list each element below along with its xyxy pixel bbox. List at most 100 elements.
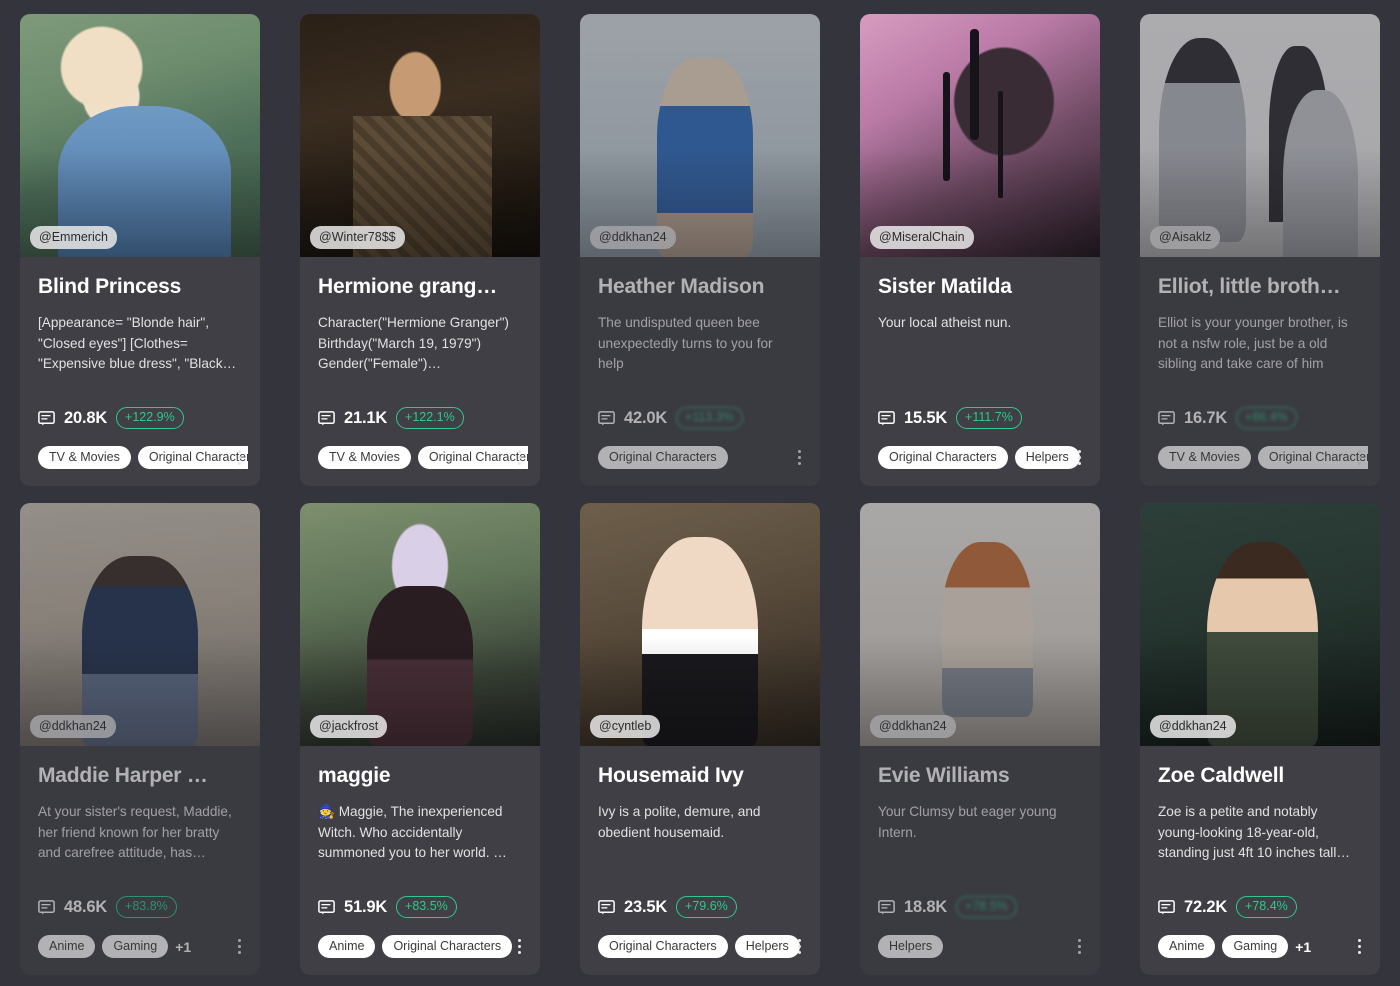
character-artwork: [580, 14, 820, 257]
message-count: 72.2K: [1184, 897, 1228, 916]
chat-bubble-icon: [38, 410, 55, 425]
chat-bubble-icon: [878, 899, 895, 914]
card-stats: 72.2K +78.4%: [1158, 896, 1297, 918]
character-card-3[interactable]: @ddkhan24 Heather Madison The undisputed…: [580, 14, 820, 486]
card-stats: 20.8K +122.9%: [38, 407, 184, 429]
more-options-icon[interactable]: [228, 934, 250, 959]
character-title: Housemaid Ivy: [598, 764, 744, 787]
card-thumbnail[interactable]: @MiseralChain: [860, 14, 1100, 257]
card-thumbnail[interactable]: @cyntleb: [580, 503, 820, 746]
character-description: Zoe is a petite and notably young-lookin…: [1158, 804, 1350, 860]
tag-row: Anime Gaming +1: [38, 934, 248, 959]
character-card-7[interactable]: @jackfrost maggie 🧙 Maggie, The inexperi…: [300, 503, 540, 975]
category-tag[interactable]: Anime: [1158, 934, 1216, 959]
character-card-2[interactable]: @Winter78$$ Hermione grang… Character("H…: [300, 14, 540, 486]
category-tag[interactable]: Helpers: [878, 934, 944, 959]
character-card-4[interactable]: @MiseralChain Sister Matilda Your local …: [860, 14, 1100, 486]
character-title: maggie: [318, 764, 391, 787]
category-tag[interactable]: TV & Movies: [1158, 445, 1251, 470]
more-options-icon[interactable]: [1068, 445, 1090, 470]
card-stats: 48.6K +83.8%: [38, 896, 177, 918]
trend-badge: +113.3%: [676, 407, 743, 429]
card-thumbnail[interactable]: @jackfrost: [300, 503, 540, 746]
creator-username[interactable]: @cyntleb: [590, 714, 661, 738]
character-artwork: [20, 14, 260, 257]
character-card-5[interactable]: @Aisaklz Elliot, little broth… Elliot is…: [1140, 14, 1380, 486]
card-stats: 15.5K +111.7%: [878, 407, 1022, 429]
more-options-icon[interactable]: [508, 445, 530, 470]
category-tag[interactable]: Original Characters: [878, 445, 1008, 470]
character-description: Your local atheist nun.: [878, 315, 1012, 331]
character-card-10[interactable]: @ddkhan24 Zoe Caldwell Zoe is a petite a…: [1140, 503, 1380, 975]
more-options-icon[interactable]: [788, 445, 810, 470]
message-count: 23.5K: [624, 897, 668, 916]
creator-username[interactable]: @ddkhan24: [590, 225, 676, 249]
creator-username[interactable]: @Winter78$$: [310, 225, 405, 249]
card-thumbnail[interactable]: @ddkhan24: [1140, 503, 1380, 746]
more-options-icon[interactable]: [228, 445, 250, 470]
category-tag[interactable]: Original Characters: [598, 445, 728, 470]
card-thumbnail[interactable]: @ddkhan24: [860, 503, 1100, 746]
message-count: 51.9K: [344, 897, 388, 916]
message-count: 15.5K: [904, 408, 948, 427]
character-description: [Appearance= "Blonde hair", "Closed eyes…: [38, 315, 237, 371]
category-tag[interactable]: Original Characters: [598, 934, 728, 959]
creator-username[interactable]: @Emmerich: [30, 225, 117, 249]
character-description: Your Clumsy but eager young Intern.: [878, 804, 1057, 840]
creator-username[interactable]: @ddkhan24: [1150, 714, 1236, 738]
creator-username[interactable]: @Aisaklz: [1150, 225, 1221, 249]
category-tag[interactable]: TV & Movies: [38, 445, 131, 470]
character-card-6[interactable]: @ddkhan24 Maddie Harper … At your sister…: [20, 503, 260, 975]
card-stats: 21.1K +122.1%: [318, 407, 464, 429]
creator-username[interactable]: @ddkhan24: [30, 714, 116, 738]
character-card-9[interactable]: @ddkhan24 Evie Williams Your Clumsy but …: [860, 503, 1100, 975]
category-tag[interactable]: Anime: [318, 934, 376, 959]
character-description: 🧙 Maggie, The inexperienced Witch. Who a…: [318, 804, 507, 860]
more-options-icon[interactable]: [1348, 445, 1370, 470]
card-body: Hermione grang… Character("Hermione Gran…: [300, 257, 540, 486]
more-options-icon[interactable]: [788, 934, 810, 959]
category-tag[interactable]: Gaming: [102, 934, 169, 959]
card-thumbnail[interactable]: @Emmerich: [20, 14, 260, 257]
character-artwork: [1140, 14, 1380, 257]
character-artwork: [300, 14, 540, 257]
message-count: 16.7K: [1184, 408, 1228, 427]
message-count: 21.1K: [344, 408, 388, 427]
card-stats: 16.7K +86.4%: [1158, 407, 1297, 429]
character-title: Zoe Caldwell: [1158, 764, 1284, 787]
character-card-8[interactable]: @cyntleb Housemaid Ivy Ivy is a polite, …: [580, 503, 820, 975]
category-tag[interactable]: TV & Movies: [318, 445, 411, 470]
card-body: Sister Matilda Your local atheist nun. 1…: [860, 257, 1100, 486]
character-card-1[interactable]: @Emmerich Blind Princess [Appearance= "B…: [20, 14, 260, 486]
card-stats: 18.8K +78.5%: [878, 896, 1017, 918]
character-artwork: [860, 14, 1100, 257]
character-title: Elliot, little broth…: [1158, 275, 1341, 298]
chat-bubble-icon: [1158, 410, 1175, 425]
creator-username[interactable]: @MiseralChain: [870, 225, 974, 249]
chat-bubble-icon: [598, 899, 615, 914]
more-options-icon[interactable]: [1348, 934, 1370, 959]
message-count: 18.8K: [904, 897, 948, 916]
more-options-icon[interactable]: [1068, 934, 1090, 959]
tag-row: Helpers: [878, 934, 1088, 959]
category-tag[interactable]: Gaming: [1222, 934, 1289, 959]
card-body: Evie Williams Your Clumsy but eager youn…: [860, 746, 1100, 975]
card-stats: 42.0K +113.3%: [598, 407, 743, 429]
tag-row: Original Characters Helpers: [878, 445, 1088, 470]
tag-row: Original Characters: [598, 445, 808, 470]
card-body: Zoe Caldwell Zoe is a petite and notably…: [1140, 746, 1380, 975]
card-thumbnail[interactable]: @ddkhan24: [20, 503, 260, 746]
character-artwork: [300, 503, 540, 746]
creator-username[interactable]: @jackfrost: [310, 714, 388, 738]
card-body: Housemaid Ivy Ivy is a polite, demure, a…: [580, 746, 820, 975]
tag-row: TV & Movies Original Characters: [318, 445, 528, 470]
category-tag[interactable]: Original Characters: [382, 934, 513, 959]
category-tag[interactable]: Anime: [38, 934, 96, 959]
creator-username[interactable]: @ddkhan24: [870, 714, 956, 738]
extra-tag-count: +1: [1295, 938, 1312, 955]
chat-bubble-icon: [318, 410, 335, 425]
card-thumbnail[interactable]: @Aisaklz: [1140, 14, 1380, 257]
card-thumbnail[interactable]: @ddkhan24: [580, 14, 820, 257]
card-thumbnail[interactable]: @Winter78$$: [300, 14, 540, 257]
more-options-icon[interactable]: [508, 934, 530, 959]
